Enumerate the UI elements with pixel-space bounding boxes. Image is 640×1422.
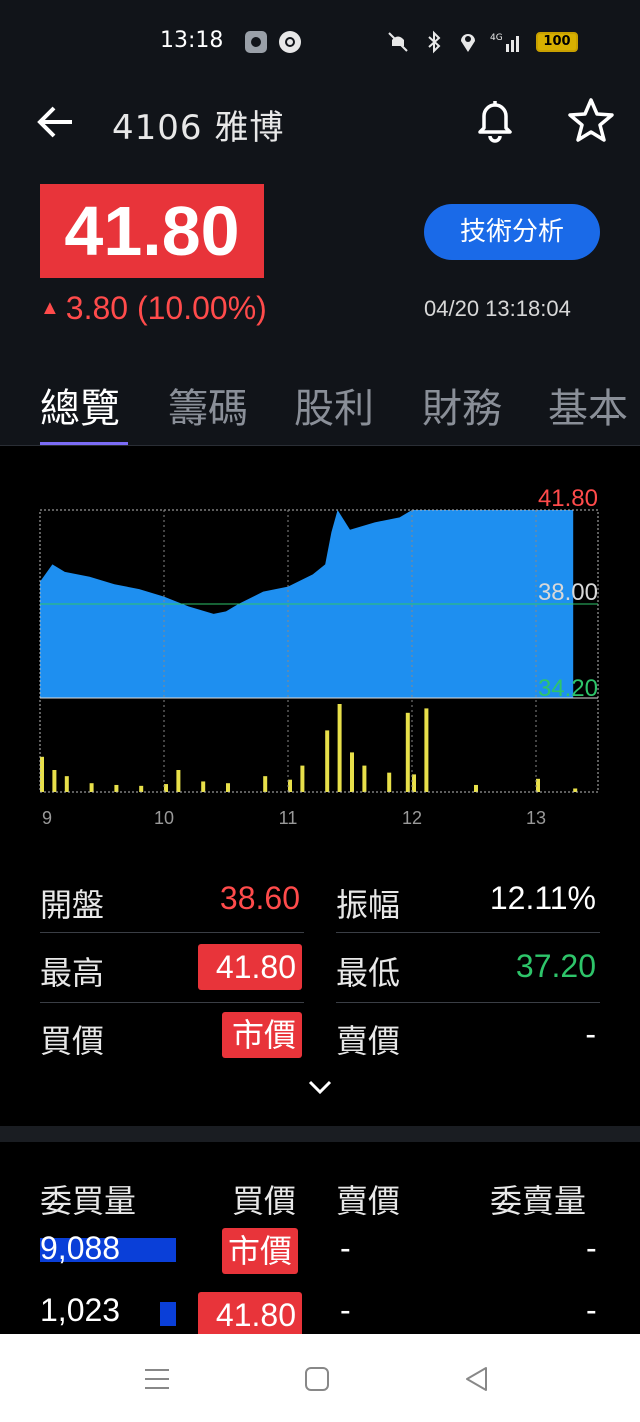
ob-row1-bid-price: 市價	[222, 1228, 299, 1274]
ob-row1-ask-price: -	[340, 1230, 351, 1266]
volume-bar	[114, 784, 119, 792]
volume-bar	[350, 752, 354, 792]
bid-value: 市價	[222, 1012, 302, 1058]
ob-header-bid-price: 買價	[232, 1182, 297, 1220]
tab-bar: 總覽 籌碼 股利 財務 基本	[0, 370, 640, 447]
intraday-chart[interactable]: 9 10 11 12 13 41.80 38.00 34.20	[0, 446, 640, 846]
up-triangle-icon: ▲	[40, 297, 60, 319]
tab-chips[interactable]: 籌碼	[168, 376, 248, 434]
ob-row2-ask-price: -	[340, 1292, 351, 1328]
volume-bar	[387, 772, 392, 792]
ob-row2-bid-price: 41.80	[198, 1292, 302, 1338]
x-tick-label: 12	[402, 808, 422, 828]
volume-bar	[405, 712, 410, 792]
chart-svg: 9 10 11 12 13 41.80 38.00 34.20	[39, 485, 599, 828]
home-icon[interactable]	[302, 1364, 332, 1394]
section-separator	[0, 1126, 640, 1142]
volume-bar	[226, 783, 230, 792]
quote-timestamp: 04/20 13:18:04	[424, 296, 571, 321]
y-label-ref: 38.00	[538, 579, 598, 606]
row-divider	[336, 932, 600, 933]
volume-bar	[573, 788, 578, 792]
ask-label: 賣價	[336, 1022, 401, 1060]
mute-icon	[386, 30, 410, 54]
row-divider	[40, 1002, 304, 1003]
volume-bar	[362, 765, 367, 792]
bluetooth-icon	[422, 30, 446, 54]
current-price: 41.80	[40, 184, 264, 278]
volume-bar	[64, 776, 69, 792]
status-bar: 13:18 4G 100	[0, 0, 640, 86]
price-change: ▲ 3.80 (10.00%)	[40, 290, 267, 327]
bid-qty-bar	[160, 1302, 176, 1326]
back-triangle-icon[interactable]	[462, 1364, 492, 1394]
tab-basic[interactable]: 基本	[548, 376, 628, 434]
volume-bar	[337, 704, 342, 792]
x-tick-label: 10	[154, 808, 174, 828]
status-time: 13:18	[160, 28, 224, 53]
ob-header-bid-qty: 委買量	[40, 1182, 137, 1220]
high-label: 最高	[40, 954, 105, 992]
row-divider	[336, 1002, 600, 1003]
low-label: 最低	[336, 954, 401, 992]
x-tick-label: 11	[279, 808, 298, 828]
system-nav-bar	[0, 1334, 640, 1422]
high-value: 41.80	[198, 944, 302, 990]
volume-bar	[288, 779, 292, 792]
tab-dividend[interactable]: 股利	[294, 376, 374, 434]
price-change-value: 3.80 (10.00%)	[65, 290, 267, 326]
volume-bar	[201, 781, 206, 792]
volume-bar	[325, 730, 330, 792]
volume-bar	[40, 756, 44, 792]
settings-icon	[244, 30, 268, 54]
back-arrow-icon[interactable]	[34, 100, 78, 144]
volume-bar	[474, 784, 478, 792]
x-tick-label: 13	[526, 808, 546, 828]
row-divider	[40, 932, 304, 933]
tab-finance[interactable]: 財務	[422, 376, 502, 434]
svg-text:4G: 4G	[490, 33, 503, 43]
volume-bar	[424, 708, 429, 792]
ob-header-ask-price: 賣價	[336, 1182, 401, 1220]
low-value: 37.20	[515, 948, 596, 984]
volume-bar	[176, 770, 181, 792]
battery-icon: 100	[536, 32, 578, 52]
y-label-high: 41.80	[538, 485, 598, 512]
chrome-icon	[278, 30, 302, 54]
signal-4g-icon: 4G	[490, 30, 524, 54]
bid-label: 買價	[40, 1022, 105, 1060]
x-tick-label: 9	[42, 808, 52, 828]
ask-value: -	[585, 1016, 596, 1052]
stock-title: 4106 雅博	[112, 108, 285, 148]
location-icon	[456, 30, 480, 54]
ob-row2-ask-qty: -	[586, 1292, 597, 1328]
technical-analysis-button[interactable]: 技術分析	[424, 204, 600, 260]
open-value: 38.60	[219, 880, 300, 916]
volume-bar	[263, 776, 268, 792]
ob-row2-bid-qty: 1,023	[40, 1292, 121, 1328]
chevron-down-icon[interactable]	[304, 1074, 336, 1102]
volume-bar	[536, 778, 540, 792]
ob-row1-ask-qty: -	[586, 1230, 597, 1266]
amplitude-value: 12.11%	[489, 880, 596, 916]
star-icon[interactable]	[566, 96, 616, 146]
volume-bar	[139, 785, 144, 792]
ob-row1-bid-qty: 9,088	[40, 1230, 121, 1266]
bell-icon[interactable]	[470, 96, 520, 146]
menu-icon[interactable]	[142, 1364, 172, 1394]
volume-bar	[89, 783, 94, 792]
y-label-low: 34.20	[538, 675, 598, 702]
volume-bar	[52, 770, 57, 792]
volume-bar	[164, 784, 168, 792]
amplitude-label: 振幅	[336, 886, 401, 924]
tab-overview[interactable]: 總覽	[40, 376, 120, 434]
volume-bar	[412, 774, 416, 792]
volume-bar	[300, 765, 305, 792]
ob-header-ask-qty: 委賣量	[490, 1182, 587, 1220]
open-label: 開盤	[40, 886, 105, 924]
